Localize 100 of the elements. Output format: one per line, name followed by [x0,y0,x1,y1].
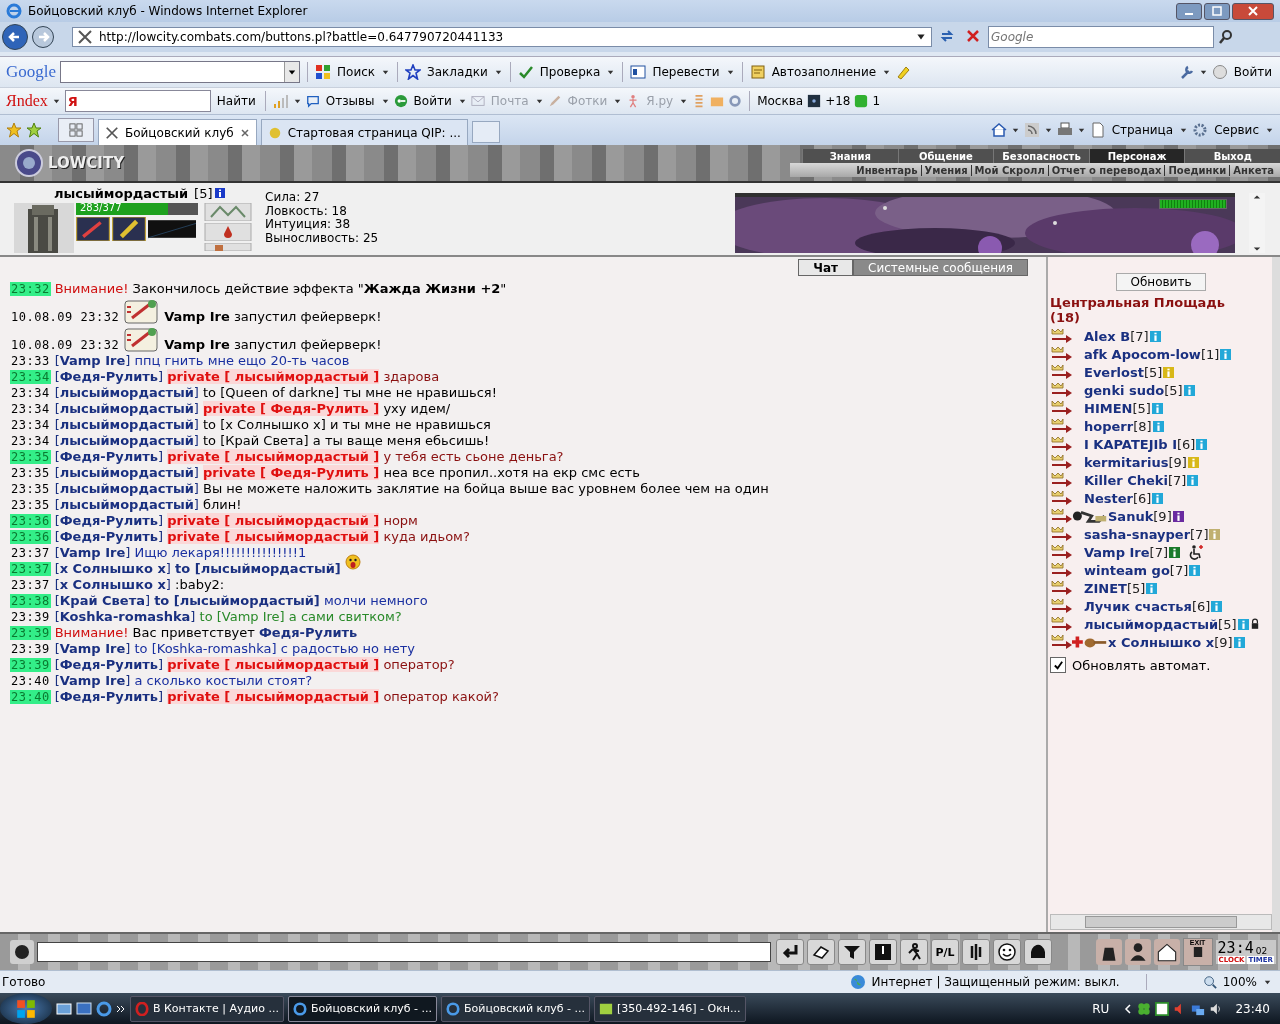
monitor-button[interactable] [869,939,897,965]
crown-arrow-icon[interactable] [1050,418,1074,434]
forward-button[interactable] [32,26,54,48]
crown-arrow-icon[interactable] [1050,544,1074,560]
crown-arrow-icon[interactable] [1050,472,1074,488]
chevron-icon[interactable] [1123,1003,1134,1014]
command-button[interactable]: Страница [1109,123,1176,137]
chevron-icon[interactable] [116,1003,126,1014]
taskbar-button[interactable]: Бойцовский клуб - ... [287,995,437,1022]
user-name[interactable]: kermitarius [1084,454,1169,470]
user-name[interactable]: hoperr [1084,418,1134,434]
user-name[interactable]: Sanuk [1108,508,1154,524]
zoom-level[interactable]: 100% [1222,975,1257,989]
toolbar-button[interactable]: Закладки [425,65,490,79]
smiley-button[interactable] [993,939,1021,965]
crown-arrow-icon[interactable] [1050,400,1074,416]
user-name[interactable]: winteam go [1084,562,1170,578]
taskbar-button[interactable]: [350-492-146] - Окн... [594,995,746,1022]
enter-button[interactable] [776,939,804,965]
submenu-link[interactable]: Умения [924,164,968,176]
back-button[interactable] [2,24,28,50]
user-name[interactable]: Nester [1084,490,1133,506]
house-icon[interactable] [1153,939,1180,965]
find-button[interactable]: Найти [214,94,258,108]
crown-arrow-icon[interactable] [1050,562,1074,578]
user-name[interactable]: Vamp Ire [1084,544,1150,560]
crown-arrow-icon[interactable] [1050,634,1074,650]
toolbar-button[interactable]: Поиск [335,65,378,79]
info-icon[interactable] [1169,546,1180,558]
crown-arrow-icon[interactable] [1050,598,1074,614]
clock[interactable]: 23:40 [1235,1001,1270,1016]
refresh-button[interactable]: Обновить [1115,273,1207,291]
submenu-link[interactable]: Поединки [1168,164,1227,176]
scroll-up-icon[interactable] [1253,193,1261,201]
search-field[interactable]: Google [988,26,1214,48]
helmet-button[interactable] [1024,939,1052,965]
menu-tab[interactable]: Безопасность [993,149,1089,163]
minimize-button[interactable] [1176,2,1202,20]
info-icon[interactable] [1172,510,1184,522]
start-button[interactable] [0,993,52,1024]
user-name[interactable]: Alex B [1084,328,1131,344]
runner-button[interactable] [900,939,928,965]
user-name[interactable]: x Солнышко x [1108,634,1215,650]
head-icon[interactable] [10,940,34,964]
info-icon[interactable] [214,188,225,198]
menu-tab[interactable]: Знания [802,149,898,163]
crown-arrow-icon[interactable] [1050,454,1074,470]
home-icon[interactable] [990,122,1007,138]
user-name[interactable]: Killer Cheki [1084,472,1168,488]
user-name[interactable]: ZINET [1084,580,1127,596]
scrollbar[interactable] [1249,193,1265,253]
crown-arrow-icon[interactable] [1050,364,1074,380]
close-button[interactable] [1232,2,1274,20]
submenu-link[interactable]: Мой Скролл [974,164,1045,176]
user-name[interactable]: Everlost [1084,364,1144,380]
chat-input[interactable] [37,942,771,962]
yandex-search-field[interactable]: Я [64,90,211,112]
taskbar-button[interactable]: Бойцовский клуб - ... [441,995,591,1022]
close-tab-icon[interactable] [239,127,250,138]
user-name[interactable]: HIMEN [1084,400,1133,416]
zoom-icon[interactable] [1202,975,1217,989]
windows-icon[interactable] [76,1000,92,1017]
crown-arrow-icon[interactable] [1050,346,1074,362]
toolbar-button[interactable]: Войти [411,94,454,108]
menu-tab[interactable]: Персонаж [1088,149,1185,163]
maximize-button[interactable] [1204,2,1230,20]
language-indicator[interactable]: RU [1092,1001,1110,1016]
tray-app-icon[interactable] [1155,1001,1170,1016]
toolbar-button[interactable]: Проверка [537,65,603,79]
search-icon[interactable] [1218,29,1234,45]
submenu-link[interactable]: Отчет о переводах [1051,164,1162,176]
toolbar-button[interactable]: Отзывы [323,94,377,108]
menu-tab[interactable]: Выход [1184,149,1280,163]
browser-tab[interactable]: Бойцовский клуб [98,119,257,145]
taskbar-button[interactable]: В Контакте | Аудио ... [130,995,284,1022]
crown-arrow-icon[interactable] [1050,508,1074,524]
crown-arrow-icon[interactable] [1050,490,1074,506]
crown-arrow-icon[interactable] [1050,382,1074,398]
login-button[interactable]: Войти [1231,65,1274,79]
submenu-link[interactable]: Анкета [1233,164,1274,176]
crown-arrow-icon[interactable] [1050,328,1074,344]
menu-tab[interactable]: Общение [897,149,994,163]
command-button[interactable]: Сервис [1212,123,1261,137]
user-name[interactable]: afk Apocom-low [1084,346,1201,362]
character-icon[interactable] [1124,939,1151,965]
feed-icon[interactable] [1023,122,1040,138]
filter-button[interactable] [838,939,866,965]
desktop-icon[interactable] [56,1000,72,1017]
scroll-down-icon[interactable] [1253,245,1261,253]
user-name[interactable]: sasha-snayper [1084,526,1191,542]
chat-tab[interactable]: Чат [798,259,854,276]
print-icon[interactable] [1056,122,1073,138]
crown-arrow-icon[interactable] [1050,436,1074,452]
pl-button[interactable]: P/L [931,939,959,965]
toolbar-button[interactable]: Перевести [650,65,722,79]
sound-button[interactable] [962,939,990,965]
browser-tab[interactable]: Стартовая страница QIP: ... [260,119,468,145]
user-name[interactable]: Лучик счастья [1084,598,1192,614]
user-name[interactable]: genki sudo [1084,382,1165,398]
dropdown-arrow-icon[interactable] [288,68,297,76]
